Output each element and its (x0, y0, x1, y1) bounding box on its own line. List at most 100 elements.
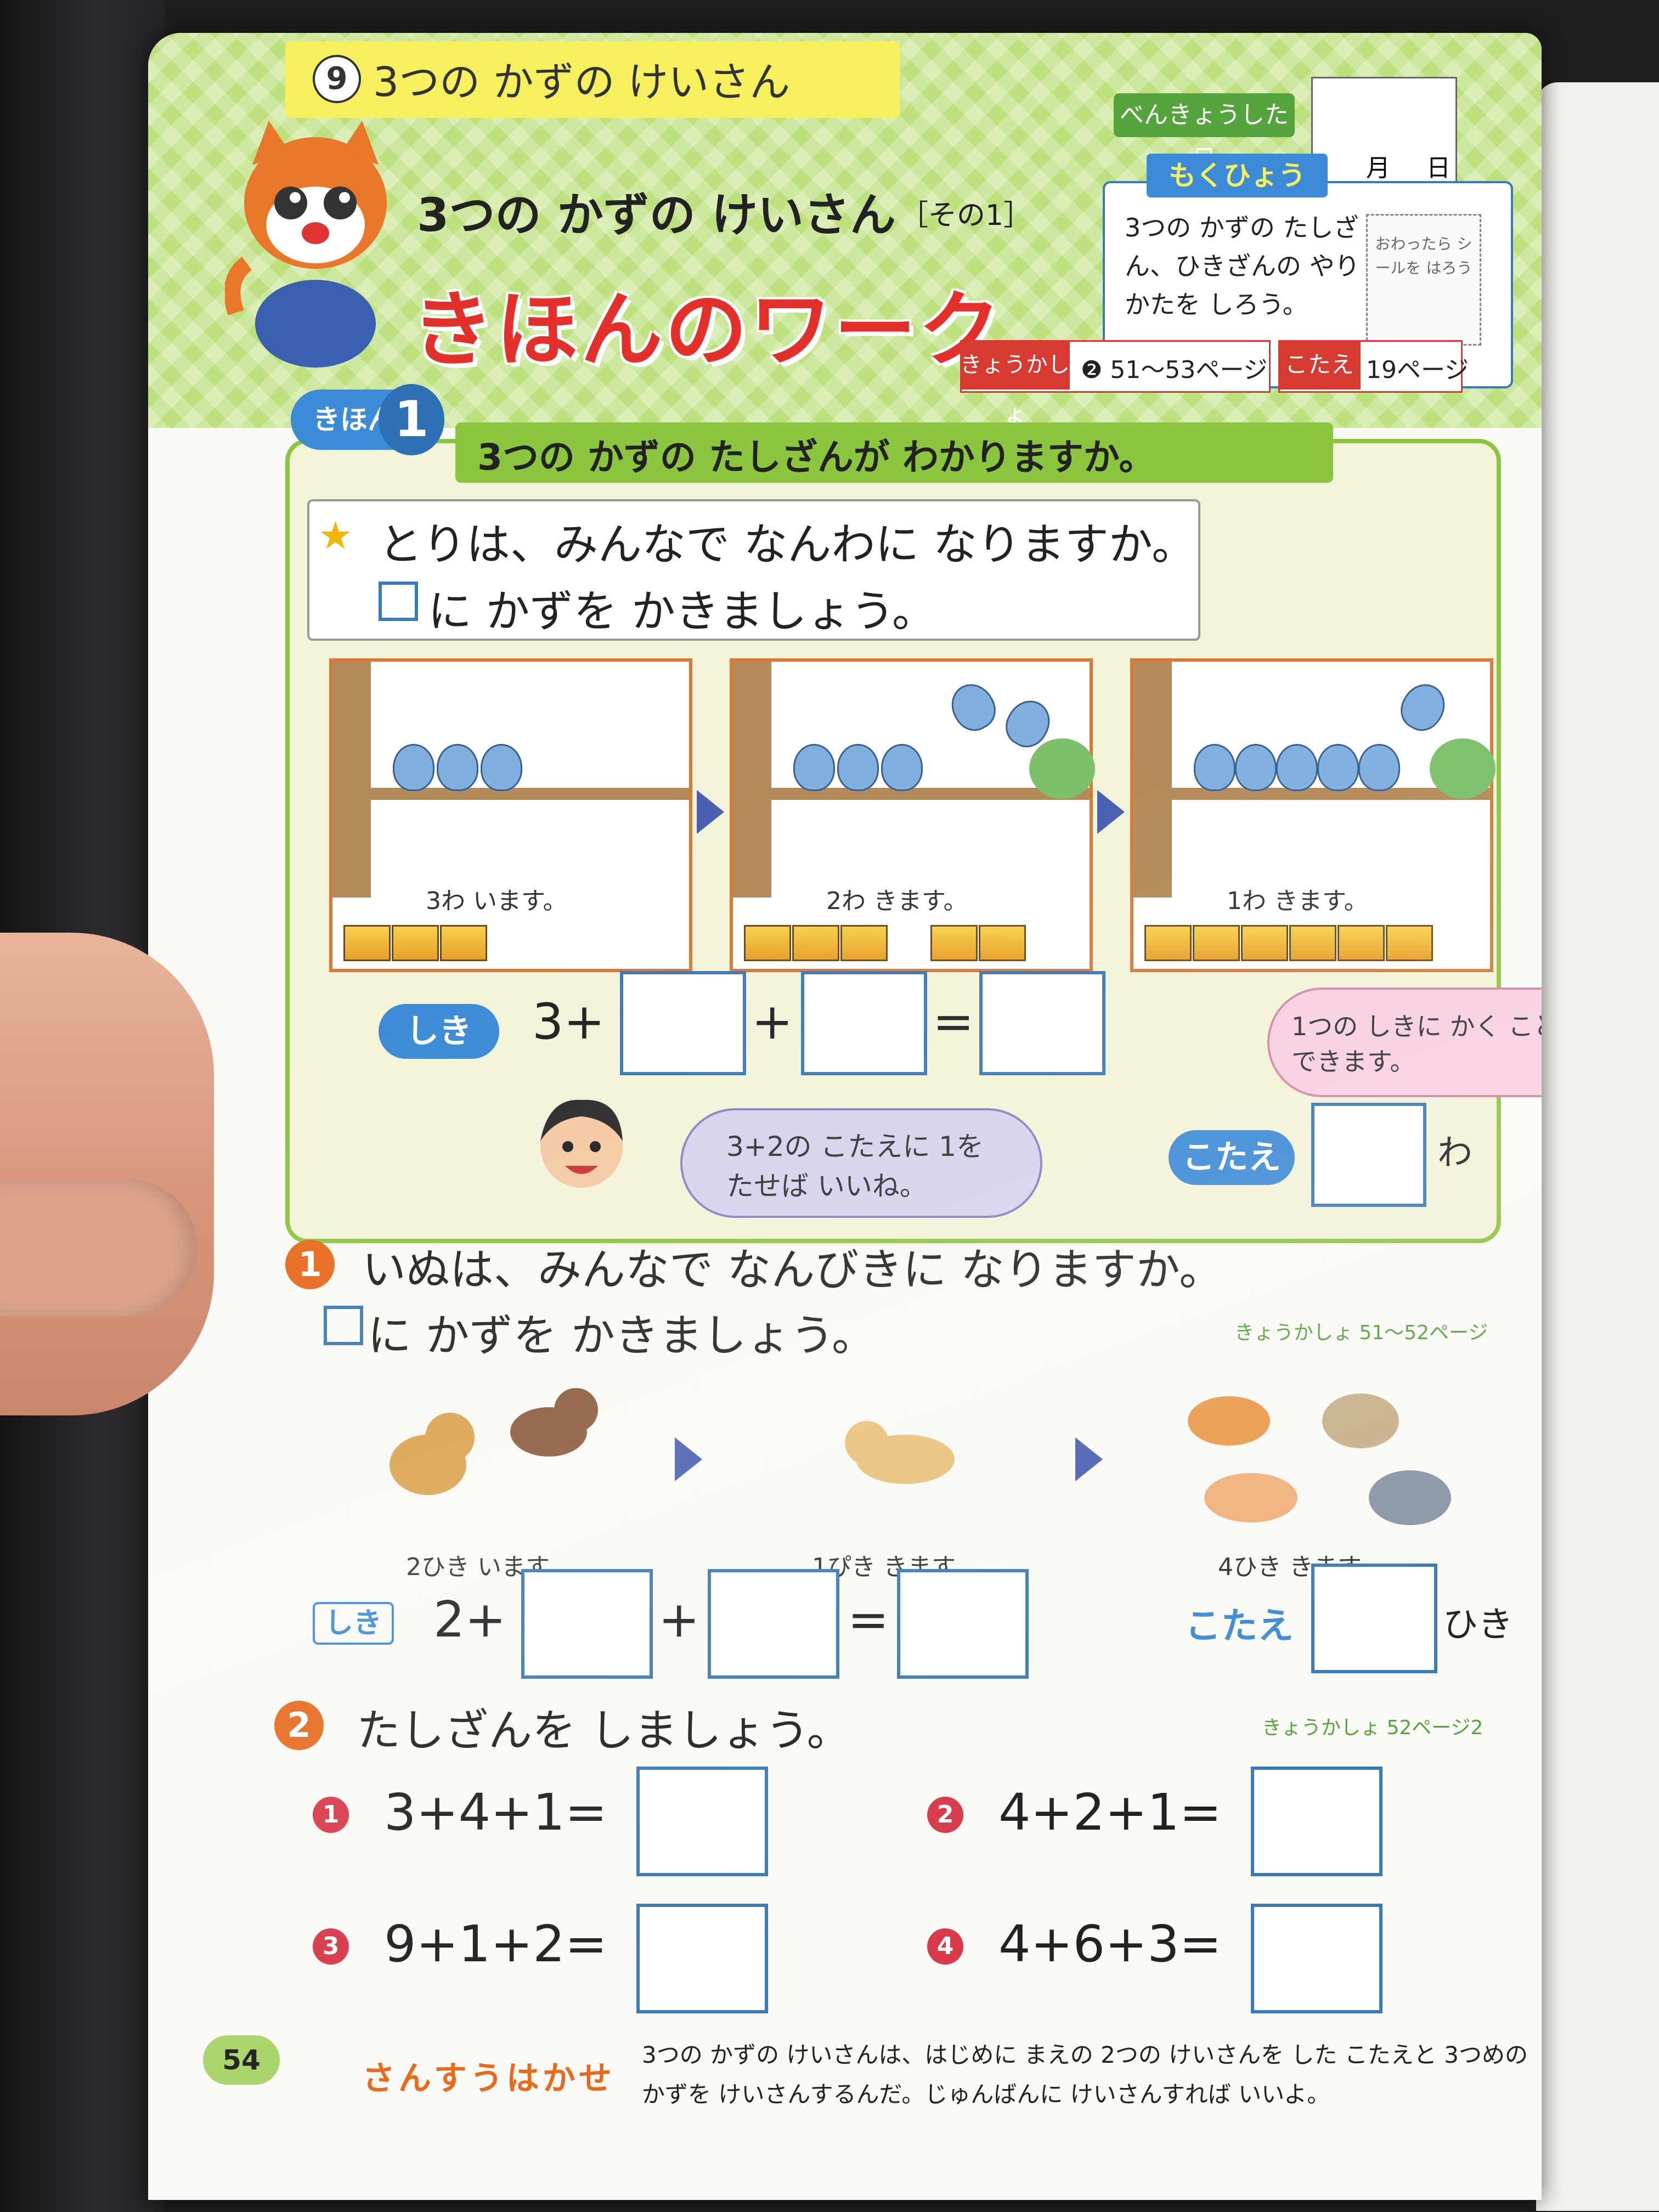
tree-trunk (733, 662, 771, 898)
question-line-2: に かずを かきましょう。 (428, 586, 936, 637)
bird-icon (881, 744, 923, 791)
item-number: 4 (927, 1928, 963, 1965)
problem-1-line-1: いぬは、みんなで なんびきに なりますか。 (362, 1244, 1223, 1295)
answer-box[interactable] (708, 1569, 839, 1679)
lesson-subtitle: ［その1］ (900, 199, 1032, 232)
bird-icon (1358, 744, 1400, 791)
unit-number: 9 (313, 55, 361, 103)
sansu-hakase-logo: さんすうはかせ (362, 2059, 615, 2098)
bird-icon (793, 744, 835, 791)
problem-1-number: 1 (285, 1240, 335, 1289)
problem-2-book-ref: きょうかしょ 52ページ2 (1262, 1717, 1483, 1739)
answer-box[interactable] (1311, 1103, 1426, 1207)
answer-box[interactable] (801, 971, 927, 1075)
square-icon (379, 582, 418, 621)
bird-icon (481, 744, 522, 791)
tree-trunk (332, 662, 371, 898)
problem-2-line: たしざんを しましょう。 (357, 1705, 851, 1756)
lesson-title: 3つの かずの けいさん (417, 188, 896, 242)
studied-date-label: べんきょうした 日 (1114, 93, 1295, 173)
answer-tag: こたえ (1278, 340, 1361, 390)
unit-title: 3つの かずの けいさん (373, 59, 791, 106)
date-month-label: 月 (1366, 154, 1390, 182)
bird-panel-2: 2わ きます。 (730, 658, 1095, 972)
item-number: 3 (313, 1928, 349, 1965)
goal-text: 3つの かずの たしざん、ひきざんの やりかたを しろう。 (1125, 213, 1360, 319)
answer-box[interactable] (620, 971, 746, 1075)
answer-page: 19ページ (1366, 356, 1469, 384)
arrow-right-icon (1075, 1437, 1103, 1481)
flying-bird-icon (1393, 676, 1453, 738)
speech-bubble-pink: 1つの しきに かく ことが できます。 (1267, 988, 1542, 1097)
date-day-label: 日 (1426, 154, 1451, 182)
thumb-tip-overlay (0, 1180, 198, 1317)
panel-caption: 1わ きます。 (1227, 887, 1368, 915)
boy-icon (540, 1099, 623, 1188)
problem-1-book-ref: きょうかしょ 51～52ページ (1234, 1322, 1488, 1344)
equation-start: 2+ (433, 1591, 506, 1649)
arrow-right-icon (1097, 790, 1125, 834)
bird-panel-3: 1わ きます。 (1130, 658, 1496, 972)
bird-panel-1: 3わ います。 (329, 658, 692, 972)
answer-box[interactable] (636, 1904, 768, 2013)
bird-icon (1276, 744, 1318, 791)
adjacent-page (1536, 82, 1659, 2211)
answer-box[interactable] (979, 971, 1105, 1075)
equation-start: 3+ (532, 993, 605, 1051)
question-line-1: とりは、みんなで なんわに なりますか。 (379, 519, 1196, 570)
leaf-icon (1029, 738, 1095, 799)
arrow-right-icon (675, 1437, 702, 1481)
kotae-label: こたえ (1185, 1605, 1294, 1647)
cat-mascot-icon (225, 121, 387, 368)
block-row (744, 925, 889, 963)
block-row (1144, 925, 1386, 963)
problem-2-number: 2 (274, 1701, 324, 1750)
equals-sign: = (848, 1591, 889, 1649)
kihon-work-title: きほんのワーク (411, 283, 1003, 378)
answer-unit: ひき (1443, 1605, 1513, 1645)
bird-icon (393, 744, 435, 791)
shiki-label: しき (379, 1004, 499, 1059)
answer-box[interactable] (521, 1569, 653, 1679)
item-number: 1 (313, 1797, 349, 1833)
thumb-overlay (0, 933, 214, 1415)
dog-running-icon (845, 1421, 955, 1484)
bird-icon (1317, 744, 1359, 791)
calc-expression: 4+6+3= (998, 1915, 1222, 1973)
goal-label: もくひょう (1147, 154, 1328, 198)
leaf-icon (1430, 738, 1496, 799)
kihon-question: 3つの かずの たしざんが わかりますか。 (477, 436, 1155, 478)
bird-icon (1194, 744, 1235, 791)
arrow-right-icon (697, 790, 724, 834)
shiki-label: しき (313, 1602, 394, 1645)
panel-caption: 2わ きます。 (826, 887, 968, 915)
answer-box[interactable] (1251, 1904, 1383, 2013)
kihon-number: 1 (379, 384, 444, 455)
answer-box[interactable] (636, 1767, 768, 1876)
calc-expression: 4+2+1= (998, 1783, 1222, 1842)
bird-icon (837, 744, 879, 791)
block-row (343, 925, 488, 963)
speech-bubble-purple: 3+2の こたえに 1を たせば いいね。 (680, 1108, 1042, 1218)
block-row-added (1386, 925, 1434, 963)
dogs-group-1-icon (390, 1388, 598, 1495)
answer-box[interactable] (1311, 1564, 1437, 1673)
hakase-tip: 3つの かずの けいさんは、はじめに まえの 2つの けいさんを した こたえと… (642, 2041, 1528, 2108)
square-icon (324, 1306, 363, 1345)
workbook-page: 9 3つの かずの けいさん 3つの かずの けいさん ［その1］ きほんのワー… (148, 33, 1542, 2200)
page-number: 54 (203, 2035, 280, 2085)
bird-icon (1235, 744, 1277, 791)
calc-expression: 9+1+2= (384, 1915, 607, 1973)
tree-trunk (1133, 662, 1172, 898)
problem-1-line-2: に かずを かきましょう。 (368, 1310, 876, 1361)
answer-box[interactable] (1251, 1767, 1383, 1876)
plus-sign: + (658, 1591, 700, 1649)
block-row-added (930, 925, 1027, 963)
equals-sign: = (933, 993, 974, 1051)
dogs-group-2-icon (1188, 1393, 1451, 1525)
sticker-area[interactable]: おわったら シールを はろう (1366, 214, 1481, 346)
calc-expression: 3+4+1= (384, 1783, 607, 1842)
plus-sign: + (752, 993, 793, 1051)
answer-box[interactable] (897, 1569, 1029, 1679)
flying-bird-icon (943, 676, 1003, 738)
